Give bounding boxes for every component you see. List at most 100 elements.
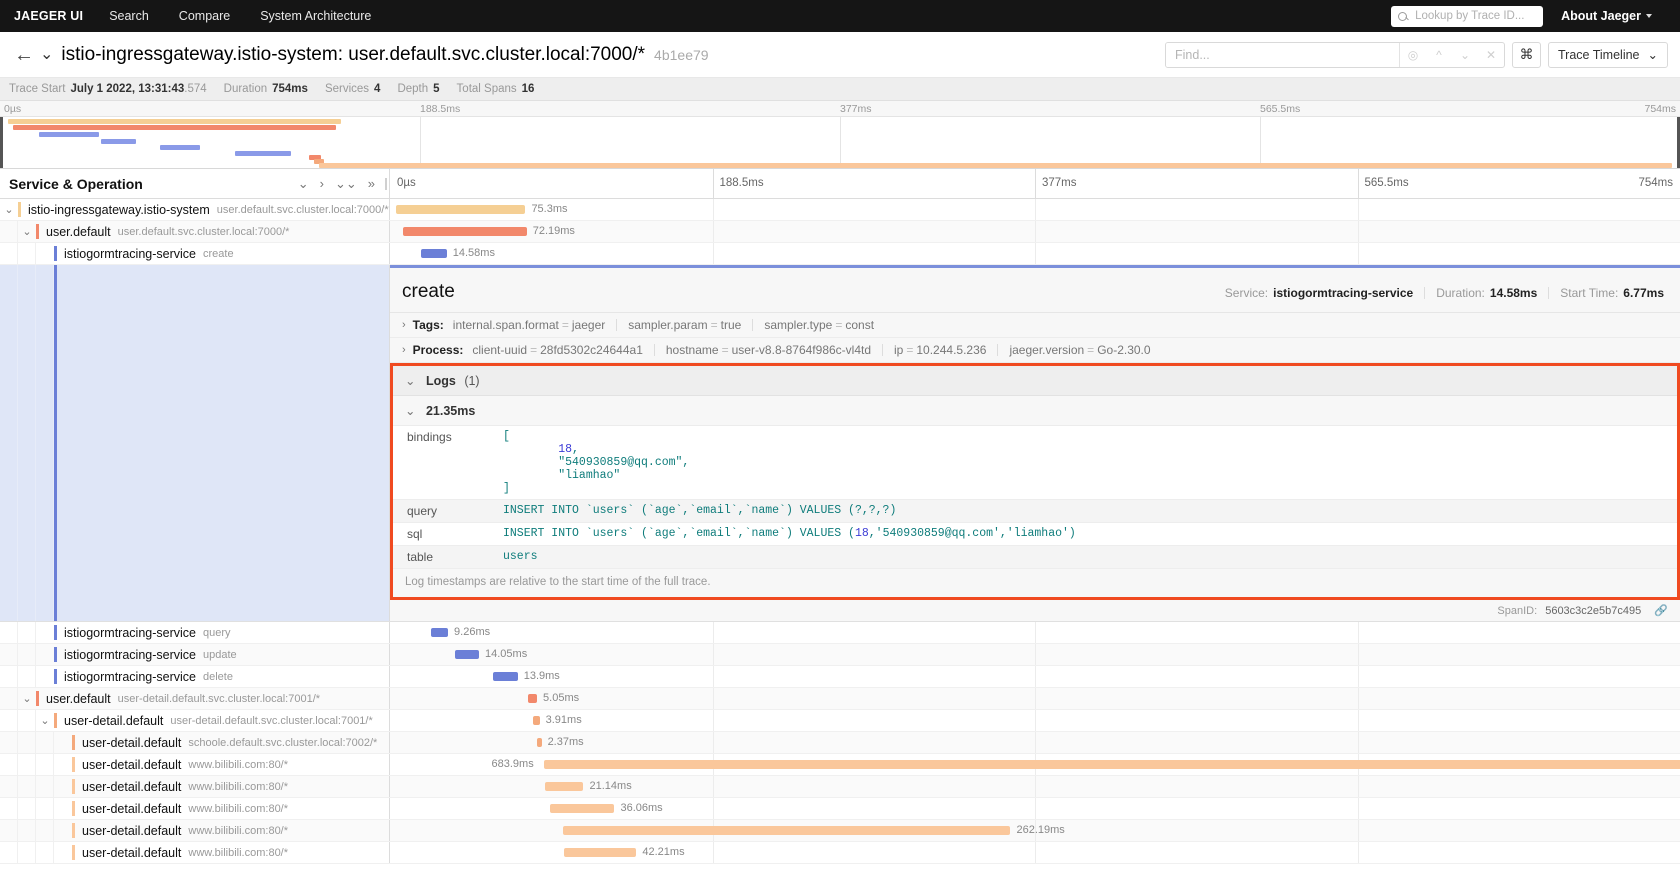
nav-link-system-architecture[interactable]: System Architecture — [260, 9, 371, 23]
span-tags-row[interactable]: › Tags: internal.span.format = jaeger sampl… — [390, 313, 1680, 338]
service-operation-header: Service & Operation ⌄ › ⌄⌄ » — [0, 169, 390, 198]
span-bar-cell[interactable]: 72.19ms — [390, 221, 1680, 242]
timeline-gridline — [1035, 732, 1036, 753]
span-bar-cell[interactable]: 42.21ms — [390, 842, 1680, 863]
span-name-cell[interactable]: ⌄ user.default user-detail.default.svc.clu… — [0, 688, 390, 709]
process-field-value: 28fd5302c24644a1 — [540, 343, 643, 357]
span-name-cell[interactable]: user-detail.default www.bilibili.com:80/* — [0, 820, 390, 841]
chevron-down-icon[interactable]: ⌄ — [405, 374, 415, 388]
span-name-cell[interactable]: user-detail.default www.bilibili.com:80/* — [0, 776, 390, 797]
find-input[interactable] — [1166, 42, 1399, 67]
span-color-accent — [72, 823, 75, 838]
span-name-cell[interactable]: istiogormtracing-service update — [0, 644, 390, 665]
indent-guide — [0, 820, 18, 841]
span-process-row[interactable]: › Process: client-uuid = 28fd5302c24644a1 h… — [390, 338, 1680, 363]
chevron-down-icon[interactable]: ⌄ — [1452, 43, 1478, 67]
find-box[interactable]: ◎ ^ ⌄ ✕ — [1165, 41, 1505, 68]
nav-link-search[interactable]: Search — [109, 9, 149, 23]
chevron-right-icon[interactable]: › — [320, 176, 324, 191]
span-name-cell[interactable]: istiogormtracing-service query — [0, 622, 390, 643]
close-icon[interactable]: ✕ — [1478, 43, 1504, 67]
equals-sign: = — [835, 318, 843, 332]
double-chevron-down-icon[interactable]: ⌄⌄ — [335, 176, 357, 192]
table-row[interactable]: istiogormtracing-service update 14.05ms — [0, 644, 1680, 666]
chevron-down-icon[interactable]: ⌄ — [36, 710, 54, 731]
span-bar-cell[interactable]: 36.06ms — [390, 798, 1680, 819]
double-chevron-right-icon[interactable]: » — [368, 176, 375, 191]
nav-link-compare[interactable]: Compare — [179, 9, 230, 23]
span-bar-cell[interactable]: 683.9ms — [390, 754, 1680, 775]
summary-label: Services — [324, 83, 370, 95]
span-name-cell[interactable]: user-detail.default www.bilibili.com:80/* — [0, 754, 390, 775]
keyboard-shortcuts-button[interactable]: ⌘ — [1512, 41, 1541, 68]
span-name-cell[interactable]: ⌄ user-detail.default user-detail.default.… — [0, 710, 390, 731]
span-bar-cell[interactable]: 14.58ms — [390, 243, 1680, 264]
trace-minimap[interactable]: 0µs 188.5ms 377ms 565.5ms 754ms — [0, 101, 1680, 169]
minimap-span-bar — [319, 163, 1672, 168]
focus-icon[interactable]: ◎ — [1400, 43, 1426, 67]
chevron-down-icon[interactable]: ⌄ — [40, 46, 53, 63]
log-timestamp-header[interactable]: ⌄ 21.35ms — [393, 396, 1677, 426]
table-row[interactable]: ⌄ istio-ingressgateway.istio-system user.d… — [0, 199, 1680, 221]
table-row[interactable]: istiogormtracing-service create 14.58ms — [0, 243, 1680, 265]
span-bar-cell[interactable]: 5.05ms — [390, 688, 1680, 709]
table-row[interactable]: user-detail.default www.bilibili.com:80/*… — [0, 820, 1680, 842]
table-row[interactable]: istiogormtracing-service query 9.26ms — [0, 622, 1680, 644]
span-rows-top: ⌄ istio-ingressgateway.istio-system user.d… — [0, 199, 1680, 265]
chevron-right-icon[interactable]: › — [402, 319, 406, 331]
jaeger-logo[interactable]: JAEGER UI — [14, 9, 83, 23]
span-bar-cell[interactable]: 262.19ms — [390, 820, 1680, 841]
span-duration-label: 13.9ms — [523, 670, 560, 682]
table-row[interactable]: ⌄ user-detail.default user-detail.default.… — [0, 710, 1680, 732]
chevron-down-icon[interactable]: ⌄ — [18, 221, 36, 242]
view-mode-select[interactable]: Trace Timeline ⌄ — [1548, 41, 1668, 68]
span-bar-cell[interactable]: 13.9ms — [390, 666, 1680, 687]
span-name-cell[interactable]: istiogormtracing-service delete — [0, 666, 390, 687]
span-name-cell[interactable]: user-detail.default www.bilibili.com:80/* — [0, 798, 390, 819]
table-row[interactable]: user-detail.default www.bilibili.com:80/*… — [0, 842, 1680, 864]
chevron-right-icon[interactable]: › — [402, 344, 406, 356]
process-label: Process: — [412, 343, 464, 357]
timeline-gridline — [1357, 776, 1359, 797]
table-row[interactable]: user-detail.default www.bilibili.com:80/*… — [0, 754, 1680, 776]
timeline-tick-label: 188.5ms — [719, 177, 764, 189]
table-row[interactable]: user-detail.default www.bilibili.com:80/*… — [0, 776, 1680, 798]
chevron-down-icon[interactable]: ⌄ — [0, 199, 18, 220]
timeline-gridline — [1357, 842, 1359, 863]
trace-id-lookup[interactable] — [1391, 5, 1544, 27]
span-name-cell[interactable]: ⌄ istio-ingressgateway.istio-system user.d… — [0, 199, 390, 220]
caret-placeholder — [54, 754, 72, 775]
column-resize-handle[interactable] — [385, 177, 387, 190]
chevron-down-icon[interactable]: ⌄ — [18, 688, 36, 709]
span-name-cell[interactable]: user-detail.default www.bilibili.com:80/* — [0, 842, 390, 863]
span-bar-cell[interactable]: 75.3ms — [390, 199, 1680, 220]
table-row[interactable]: user-detail.default www.bilibili.com:80/*… — [0, 798, 1680, 820]
logs-header[interactable]: ⌄ Logs (1) — [393, 366, 1677, 396]
span-bar-cell[interactable]: 2.37ms — [390, 732, 1680, 753]
indent-guide — [36, 842, 54, 863]
span-name-cell[interactable]: istiogormtracing-service create — [0, 243, 390, 264]
minimap-tick-row: 0µs 188.5ms 377ms 565.5ms 754ms — [0, 101, 1680, 117]
chevron-up-icon[interactable]: ^ — [1426, 43, 1452, 67]
trace-id-lookup-input[interactable] — [1413, 9, 1537, 23]
back-arrow-icon[interactable]: ← — [10, 45, 38, 65]
span-bar-cell[interactable]: 21.14ms — [390, 776, 1680, 797]
span-bar-cell[interactable]: 3.91ms — [390, 710, 1680, 731]
chevron-down-icon[interactable]: ⌄ — [405, 404, 415, 418]
about-jaeger-menu[interactable]: About Jaeger — [1561, 9, 1652, 23]
chevron-down-icon[interactable]: ⌄ — [298, 176, 309, 192]
summary-label: Total Spans — [456, 83, 517, 95]
minimap-drag-handle-left[interactable] — [0, 117, 3, 168]
timeline-tick-header: 0µs 188.5ms 377ms 565.5ms 754ms — [390, 169, 1680, 198]
minimap-body[interactable] — [0, 117, 1680, 168]
table-row[interactable]: istiogormtracing-service delete 13.9ms — [0, 666, 1680, 688]
link-icon[interactable]: 🔗 — [1654, 604, 1668, 617]
timeline-gridline — [1357, 798, 1359, 819]
table-row[interactable]: user-detail.default schoole.default.svc.c… — [0, 732, 1680, 754]
table-row[interactable]: ⌄ user.default user.default.svc.cluster.lo… — [0, 221, 1680, 243]
table-row[interactable]: ⌄ user.default user-detail.default.svc.clu… — [0, 688, 1680, 710]
span-bar-cell[interactable]: 14.05ms — [390, 644, 1680, 665]
span-name-cell[interactable]: user-detail.default schoole.default.svc.c… — [0, 732, 390, 753]
span-bar-cell[interactable]: 9.26ms — [390, 622, 1680, 643]
span-name-cell[interactable]: ⌄ user.default user.default.svc.cluster.lo… — [0, 221, 390, 242]
